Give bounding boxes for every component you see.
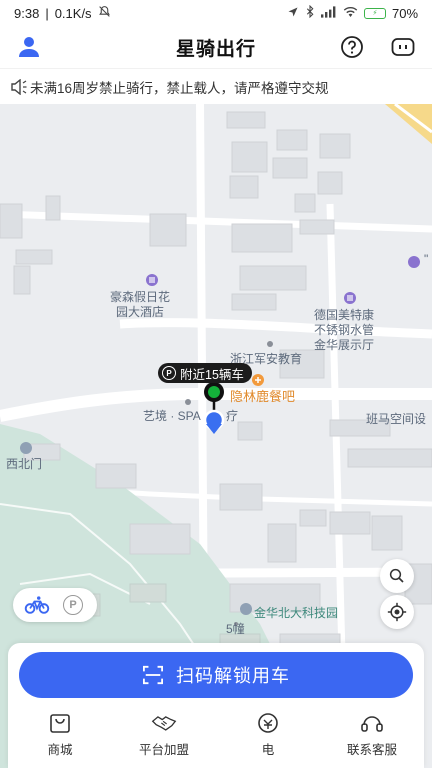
scan-icon <box>143 665 163 685</box>
search-icon <box>389 568 404 583</box>
status-left: 9:38 | 0.1K/s <box>14 5 111 21</box>
nav-support[interactable]: 联系客服 <box>326 711 418 758</box>
map-search-button[interactable] <box>380 559 414 593</box>
poi-building-label: 5幢 <box>226 622 245 636</box>
status-speed: 0.1K/s <box>54 5 92 21</box>
handshake-icon <box>151 711 177 735</box>
wallet-icon <box>255 711 281 735</box>
bicycle-icon <box>24 596 50 614</box>
help-icon[interactable] <box>339 34 365 60</box>
poi-edge-label: " <box>424 252 429 266</box>
speaker-icon <box>11 78 27 95</box>
poi-showroom-label[interactable]: 德国美特康 不锈钢水管 金华展示厅 <box>314 308 374 353</box>
app-screen: 9:38 | 0.1K/s ⚡ 70% 星骑出行 未满16周岁禁止骑行，禁止载人… <box>0 0 432 768</box>
shop-bag-icon <box>47 711 73 735</box>
status-divider: | <box>45 5 49 21</box>
parking-icon: P <box>162 366 176 380</box>
nav-wallet[interactable]: 电 <box>222 711 314 758</box>
nav-shop-label: 商城 <box>47 743 73 757</box>
mute-icon <box>98 5 111 21</box>
nav-shop[interactable]: 商城 <box>14 711 106 758</box>
bottom-panel: 扫码解锁用车 商城 平台加盟 电 联系客服 <box>8 643 424 768</box>
nearby-vehicles-text: 附近15辆车 <box>180 367 244 382</box>
page-title: 星骑出行 <box>175 39 256 60</box>
poi-spa-tail-label: 疗 <box>226 409 239 423</box>
parking-mode-option[interactable]: P <box>58 590 88 620</box>
headset-icon <box>359 711 385 735</box>
notice-text: 未满16周岁禁止骑行，禁止载人，请严格遵守交规 <box>30 80 329 96</box>
nav-support-label: 联系客服 <box>346 743 397 757</box>
parking-mode-icon: P <box>63 595 83 615</box>
map-mode-toggle[interactable]: P <box>13 588 97 622</box>
wifi-icon <box>343 6 358 21</box>
poi-spa-label[interactable]: 艺境 · SPA <box>143 409 201 424</box>
nav-wallet-label: 电 <box>261 743 275 757</box>
crosshair-icon <box>387 602 407 622</box>
poi-restaurant-label[interactable]: 隐林鹿餐吧 <box>230 389 295 404</box>
poi-west-gate-label[interactable]: 西北门 <box>6 457 42 472</box>
nearby-vehicles-callout[interactable]: P 附近15辆车 <box>158 363 252 383</box>
scan-unlock-label: 扫码解锁用车 <box>176 666 290 686</box>
poi-hotel-label[interactable]: 豪森假日花 园大酒店 <box>110 290 170 320</box>
battery-percent: 70 <box>391 5 407 21</box>
battery-icon: ⚡ <box>363 7 386 19</box>
scan-unlock-button[interactable]: 扫码解锁用车 <box>19 652 413 698</box>
status-bar: 9:38 | 0.1K/s ⚡ 70% <box>0 0 432 26</box>
safety-notice: 未满16周岁禁止骑行，禁止载人，请严格遵守交规 <box>0 68 432 104</box>
location-icon <box>287 6 299 21</box>
status-right: ⚡ 70% <box>287 4 418 21</box>
poi-park-label[interactable]: 金华北大科技园 <box>254 606 338 621</box>
locate-me-button[interactable] <box>380 595 414 629</box>
app-header: 星骑出行 <box>0 26 432 68</box>
bike-mode-option[interactable] <box>22 590 52 620</box>
message-icon[interactable] <box>390 34 416 60</box>
status-time: 9:38 <box>14 5 40 21</box>
signal-icon <box>320 5 337 21</box>
bluetooth-icon <box>305 4 315 21</box>
poi-banma-label[interactable]: 班马空间设 <box>366 412 426 427</box>
bottom-nav: 商城 平台加盟 电 联系客服 <box>8 711 424 758</box>
nav-franchise-label: 平台加盟 <box>138 743 189 757</box>
nav-franchise[interactable]: 平台加盟 <box>118 711 210 758</box>
